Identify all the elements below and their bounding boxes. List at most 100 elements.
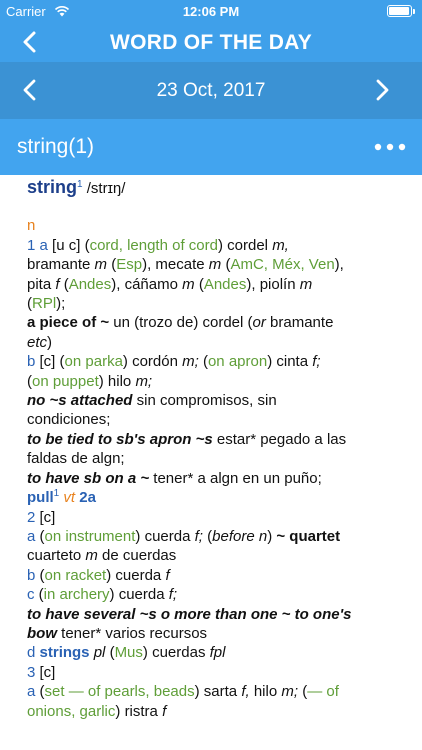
cross-reference-sense[interactable]: 2a bbox=[79, 489, 96, 506]
status-bar: Carrier 12:06 PM bbox=[0, 0, 422, 22]
sense-2c: c (in archery) cuerda f; bbox=[27, 586, 178, 604]
gloss-link[interactable]: in archery bbox=[44, 586, 110, 603]
grammar-code: [u c] bbox=[52, 236, 81, 254]
translation: cordón bbox=[132, 353, 178, 371]
sense-1a-cont3: (RPl); bbox=[27, 295, 66, 313]
sense-letter: a bbox=[27, 527, 36, 545]
gender-label: f; bbox=[168, 586, 178, 604]
sense-number: 3 bbox=[27, 663, 36, 681]
headword: string bbox=[27, 177, 78, 197]
sense-2a: a (on instrument) cuerda f; (before n) ~… bbox=[27, 527, 341, 545]
region-link[interactable]: RPl bbox=[32, 295, 56, 312]
phrase-5: to have several ~s o more than one ~ to … bbox=[27, 605, 407, 624]
compound-phrase: ~ quartet bbox=[276, 527, 341, 545]
translation: cinta bbox=[276, 353, 309, 371]
region-link[interactable]: Andes bbox=[204, 276, 247, 293]
gloss-link[interactable]: on parka bbox=[65, 353, 123, 370]
phrase: to have sb on a ~ bbox=[27, 469, 150, 487]
sense-1b-cont: (on puppet) hilo m; bbox=[27, 372, 153, 390]
translation: ristra bbox=[124, 702, 158, 720]
gloss-link[interactable]: set — of pearls, beads bbox=[45, 683, 195, 700]
entry-title: string(1) bbox=[17, 135, 95, 158]
translation: mecate bbox=[155, 256, 205, 274]
gender-label: f bbox=[162, 702, 167, 720]
sense-letter: a bbox=[27, 683, 36, 701]
sense-letter: b bbox=[27, 566, 36, 584]
gender-label: f, bbox=[241, 683, 250, 701]
status-time: 12:06 PM bbox=[182, 4, 240, 19]
or-label: or bbox=[252, 314, 266, 332]
sense-number: 2 bbox=[27, 508, 36, 526]
phrase-translation: sin compromisos, sin bbox=[132, 392, 277, 410]
phrase-translation: tener* varios recursos bbox=[57, 624, 208, 642]
sense-3: 3 [c] bbox=[27, 663, 407, 682]
translation: cuerda bbox=[118, 586, 165, 604]
translation: de cuerdas bbox=[102, 547, 177, 565]
gender-label: f; bbox=[312, 353, 321, 371]
phrase-1-cont: etc) bbox=[27, 333, 407, 352]
gloss-link[interactable]: onions, garlic bbox=[27, 703, 115, 720]
sense-letter: a bbox=[39, 236, 48, 254]
gloss-link[interactable]: on instrument bbox=[45, 528, 136, 545]
region-link[interactable]: AmC, Méx, Ven bbox=[230, 256, 334, 273]
gender-label: fpl bbox=[209, 644, 226, 662]
phrase-translation: tener* a algn en un puño; bbox=[149, 469, 322, 487]
sense-letter: c bbox=[27, 586, 35, 604]
gender-label: m, bbox=[272, 236, 289, 254]
nav-bar: WORD OF THE DAY bbox=[0, 22, 422, 62]
sense-number: 1 bbox=[27, 236, 36, 254]
gender-label: m bbox=[94, 256, 108, 274]
headword-superscript: 1 bbox=[77, 179, 83, 190]
grammar-label: pl bbox=[93, 644, 106, 662]
subject-link[interactable]: Mus bbox=[115, 644, 143, 661]
gender-label: m bbox=[299, 275, 313, 293]
next-day-chevron-icon[interactable] bbox=[370, 78, 394, 102]
phrase-5-cont: bow tener* varios recursos bbox=[27, 624, 407, 643]
pos-line: n bbox=[27, 216, 407, 235]
date-navigator: 23 Oct, 2017 bbox=[0, 62, 422, 119]
sense-2d: d strings pl (Mus) cuerdas fpl bbox=[27, 644, 226, 662]
translation: pita bbox=[27, 275, 52, 293]
more-options-icon[interactable] bbox=[374, 142, 406, 152]
gloss-link[interactable]: cord, length of cord bbox=[90, 237, 218, 254]
cross-reference[interactable]: pull1 vt 2a bbox=[27, 488, 407, 507]
grammar-code: [c] bbox=[39, 663, 56, 681]
sense-letter: b bbox=[27, 353, 36, 371]
region-link[interactable]: Esp bbox=[116, 256, 142, 273]
translation: piolín bbox=[259, 275, 296, 293]
gloss-link[interactable]: on puppet bbox=[32, 373, 99, 390]
translation: hilo bbox=[107, 372, 132, 390]
phrase-2: no ~s attached sin compromisos, sin bbox=[27, 391, 407, 410]
gender-label: m bbox=[85, 547, 98, 565]
phrase-4: to have sb on a ~ tener* a algn en un pu… bbox=[27, 469, 407, 488]
translation: sarta bbox=[203, 683, 238, 701]
gloss-link[interactable]: on apron bbox=[208, 353, 267, 370]
pronunciation: /strɪŋ/ bbox=[86, 180, 126, 197]
phrase-3-cont: faldas de algn; bbox=[27, 449, 407, 468]
grammar-code: [c] bbox=[39, 508, 56, 526]
headword-line: string1 /strɪŋ/ bbox=[27, 177, 407, 198]
subentry-word: strings bbox=[39, 644, 90, 662]
phrase-translation: faldas de algn; bbox=[27, 450, 125, 468]
etc-label: etc bbox=[27, 333, 48, 351]
phrase-translation: estar* pegado a las bbox=[212, 430, 347, 448]
phrase: bow bbox=[27, 624, 57, 642]
gender-label: f bbox=[165, 566, 170, 584]
gloss-link[interactable]: — of bbox=[307, 683, 339, 700]
gender-label: m; bbox=[281, 683, 299, 701]
region-link[interactable]: Andes bbox=[69, 276, 112, 293]
sense-letter: d bbox=[27, 644, 36, 662]
battery-icon bbox=[387, 5, 415, 17]
gender-label: m; bbox=[182, 353, 199, 371]
cross-reference-word[interactable]: pull bbox=[27, 489, 54, 506]
translation: cuerda bbox=[115, 566, 162, 584]
translation: bramante bbox=[27, 256, 91, 274]
current-date: 23 Oct, 2017 bbox=[156, 80, 266, 101]
sense-1b: b [c] (on parka) cordón m; (on apron) ci… bbox=[27, 353, 321, 371]
gloss-link[interactable]: on racket bbox=[45, 567, 107, 584]
sense-3a: a (set — of pearls, beads) sarta f, hilo… bbox=[27, 683, 339, 701]
dictionary-entry: string1 /strɪŋ/ n 1 a [u c] (cord, lengt… bbox=[27, 177, 407, 721]
punctuation: ) bbox=[47, 333, 53, 351]
sense-3a-cont: onions, garlic) ristra f bbox=[27, 702, 167, 720]
phrase-3: to be tied to sb's apron ~s estar* pegad… bbox=[27, 430, 407, 449]
